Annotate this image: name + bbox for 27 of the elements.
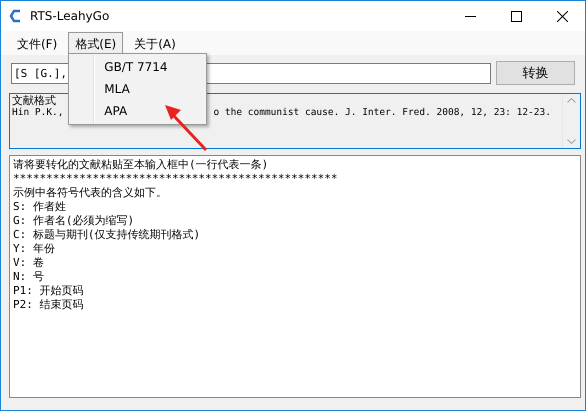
text-line: V: 卷: [13, 256, 45, 270]
window-title: RTS-LeahyGo: [30, 9, 110, 23]
dropdown-item[interactable]: APA: [69, 100, 206, 122]
text-line: Y: 年份: [13, 242, 56, 256]
format-label: 文献格式: [12, 95, 57, 107]
text-line: C: 标题与期刊(仅支持传统期刊格式): [13, 228, 202, 242]
text-line: N: 号: [13, 270, 45, 284]
text-line: G: 作者名(必须为缩写): [13, 214, 136, 228]
example-text: Hin P.K.,: [12, 107, 64, 119]
convert-button[interactable]: 转换: [496, 61, 575, 85]
close-icon: [556, 10, 568, 22]
scroll-down-icon[interactable]: [567, 139, 576, 144]
maximize-icon: [510, 10, 522, 22]
text-line: 示例中各符号代表的含义如下。: [13, 186, 168, 200]
text-line: P2: 结束页码: [13, 298, 84, 312]
menu-item[interactable]: 文件(F): [10, 32, 64, 54]
text-line: P1: 开始页码: [13, 284, 84, 298]
annotation-arrow: [164, 104, 208, 152]
text-line: 请将要转化的文献粘贴至本输入框中(一行代表一条): [13, 158, 270, 172]
text-area[interactable]: 请将要转化的文献粘贴至本输入框中(一行代表一条) ************************************************* 示例中各符号代表的含义如下。 S: 作者姓 G: 作者名(必须为缩写) C: 标题与期刊(仅支持传统期刊格式) Y: 年份 V: 卷 N: 号 P1: 开始页码 P2: 结束页码: [9, 155, 581, 398]
text-line: *************************************************: [13, 172, 339, 186]
scroll-up-icon[interactable]: [567, 98, 576, 103]
text-line: S: 作者姓: [13, 200, 67, 214]
menu-item[interactable]: 关于(A): [127, 32, 183, 54]
example-text: o the communist cause. J. Inter. Fred. 2008, 12, 23: 12-23.: [213, 107, 551, 119]
menu-item[interactable]: 格式(E): [68, 32, 124, 54]
app-logo-icon: [9, 9, 23, 23]
